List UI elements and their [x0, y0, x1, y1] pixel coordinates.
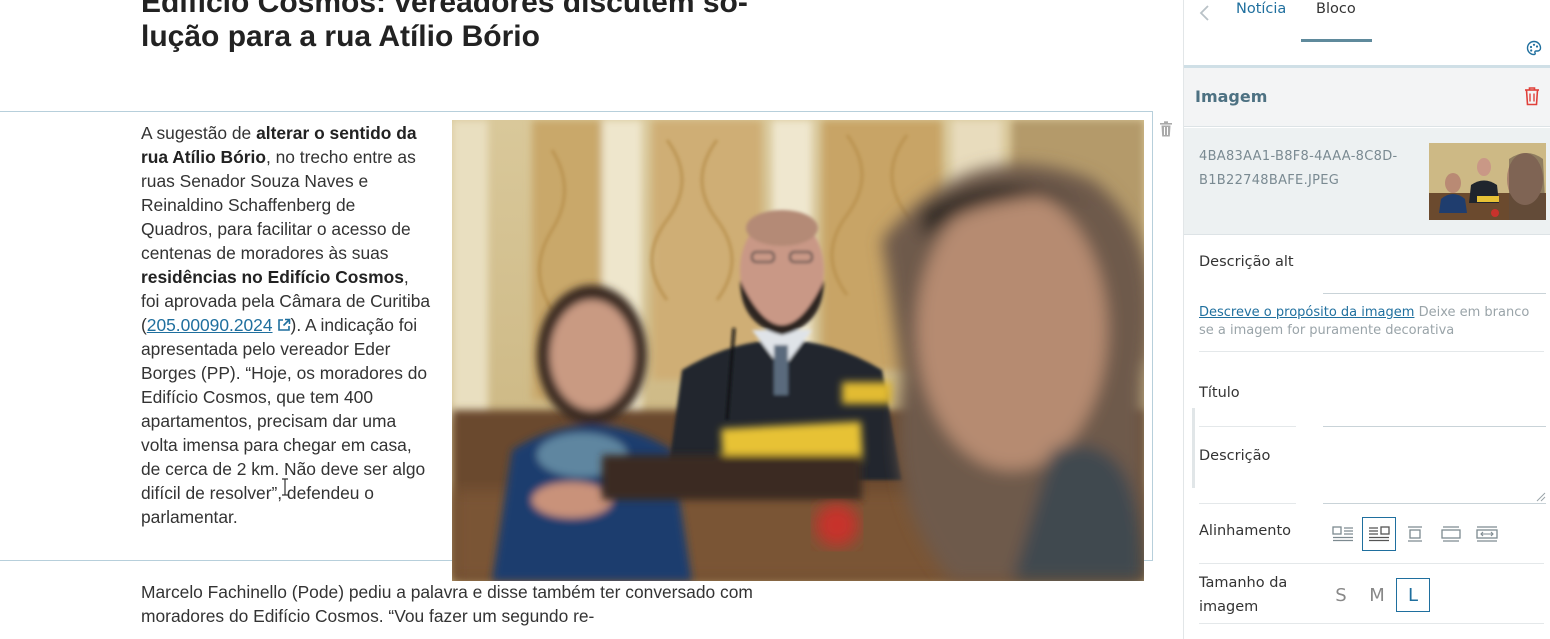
photo-image [452, 120, 1144, 581]
section-title: Imagem [1195, 87, 1268, 106]
thumbnail-image [1429, 143, 1546, 220]
align-wide-icon [1441, 526, 1461, 542]
alt-text-input[interactable] [1323, 293, 1546, 294]
row-divider [1199, 623, 1544, 624]
title-input[interactable] [1323, 426, 1546, 427]
block-delete-icon[interactable] [1159, 121, 1173, 137]
size-l-button[interactable]: L [1396, 578, 1430, 612]
alt-text-label: Descrição alt [1199, 254, 1294, 270]
row-divider [1199, 426, 1296, 427]
alignment-label: Alinhamento [1199, 523, 1292, 539]
article-paragraph-1[interactable]: A sugestão de alterar o sentido da rua A… [141, 121, 431, 529]
article-photo[interactable] [452, 120, 1144, 581]
sidebar-tabs: Notícia Bloco [1184, 0, 1550, 66]
alignment-options [1324, 517, 1549, 551]
align-left-wrap-button[interactable] [1326, 517, 1360, 551]
article-paragraph-2[interactable]: Marcelo Fachinello (Pode) pediu a palavr… [141, 580, 761, 628]
image-filename: 4BA83AA1-B8F8-4AAA-8C8D-B1B22748BAFE.JPE… [1199, 149, 1398, 188]
paragraph-text: A sugestão de [141, 123, 257, 143]
image-file-row: 4BA83AA1-B8F8-4AAA-8C8D-B1B22748BAFE.JPE… [1184, 128, 1550, 235]
title-label: Título [1199, 385, 1240, 401]
row-divider [1199, 351, 1544, 352]
active-tab-indicator [1301, 39, 1372, 42]
image-size-options: S M L [1324, 578, 1434, 612]
block-settings-sidebar: Notícia Bloco Imagem 4BA83AA1-B8F8-4AAA-… [1183, 0, 1550, 639]
tab-bloco[interactable]: Bloco [1316, 1, 1356, 17]
row-divider [1199, 503, 1296, 504]
align-left-icon [1332, 526, 1353, 542]
image-size-label: Tamanho da imagem [1199, 575, 1288, 615]
description-textarea[interactable] [1323, 503, 1546, 504]
alt-help-link[interactable]: Descreve o propósito da imagem [1199, 305, 1414, 320]
chevron-left-icon[interactable] [1198, 4, 1212, 22]
align-right-icon [1369, 526, 1390, 542]
article-headline[interactable]: Edifício Cosmos: vereadores discutem so-… [141, 0, 781, 54]
align-full-button[interactable] [1470, 517, 1504, 551]
size-s-button[interactable]: S [1324, 578, 1358, 612]
paragraph-bold-text: residências no Edifício Cosmos [141, 267, 404, 287]
align-center-icon [1408, 526, 1422, 542]
row-divider [1199, 563, 1544, 564]
external-link-icon [277, 318, 290, 331]
image-thumbnail[interactable] [1429, 143, 1546, 220]
editor-area: Edifício Cosmos: vereadores discutem so-… [0, 0, 1183, 639]
trash-icon[interactable] [1523, 86, 1541, 106]
align-full-icon [1476, 526, 1498, 542]
headline-line-1: Edifício Cosmos: vereadores discutem so- [141, 0, 748, 19]
align-wide-button[interactable] [1434, 517, 1468, 551]
description-label: Descrição [1199, 448, 1271, 464]
tab-noticia[interactable]: Notícia [1236, 1, 1286, 17]
legislation-link[interactable]: 205.00090.2024 [147, 315, 291, 335]
align-center-button[interactable] [1398, 517, 1432, 551]
align-right-wrap-button[interactable] [1362, 517, 1396, 551]
link-text: 205.00090.2024 [146, 315, 273, 335]
palette-icon[interactable] [1526, 40, 1542, 56]
image-block-header: Imagem [1184, 68, 1550, 127]
headline-line-2: lução para a rua Atílio Bório [141, 20, 540, 53]
sidebar-scrollbar[interactable] [1192, 408, 1195, 488]
text-cursor-icon [282, 478, 288, 496]
resize-handle-icon[interactable] [1534, 490, 1546, 502]
alt-text-hint: Descreve o propósito da imagem Deixe em … [1199, 304, 1544, 340]
size-m-button[interactable]: M [1360, 578, 1394, 612]
